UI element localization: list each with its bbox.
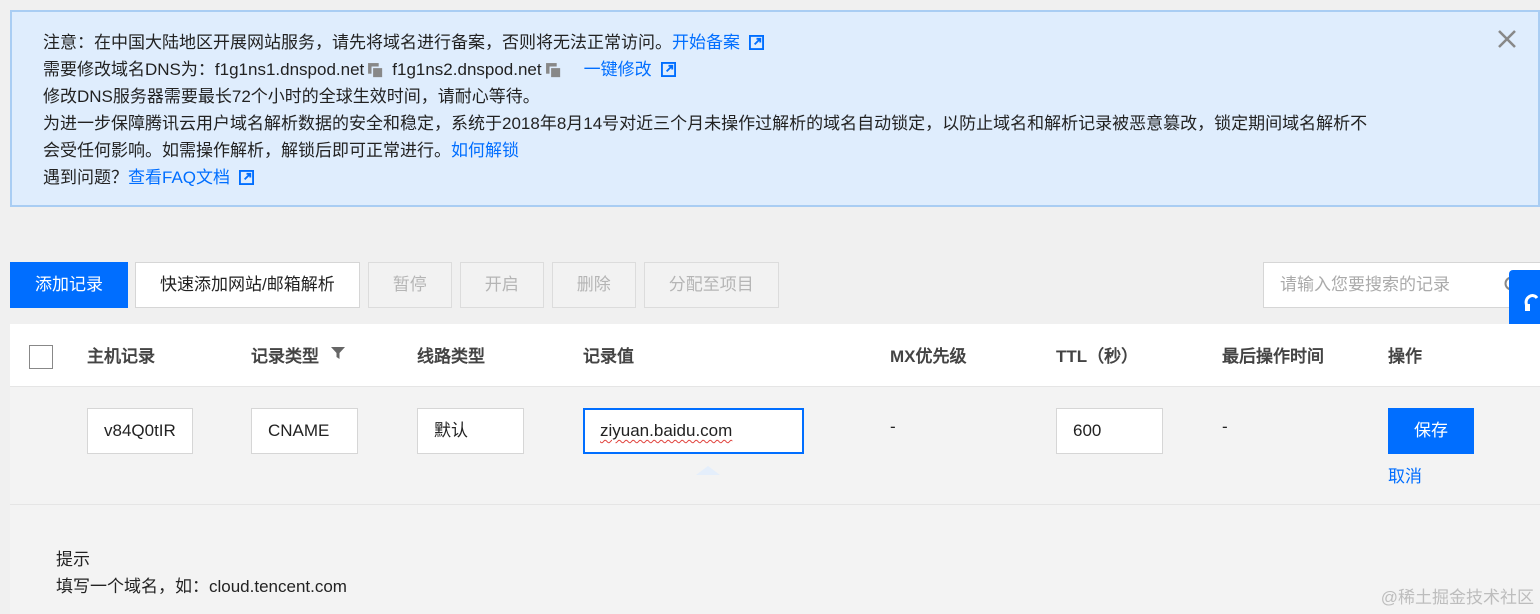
notice-banner: 注意：在中国大陆地区开展网站服务，请先将域名进行备案，否则将无法正常访问。开始备… <box>10 10 1540 207</box>
col-host: 主机记录 <box>87 347 155 366</box>
external-link-icon[interactable] <box>660 62 676 77</box>
assign-project-button[interactable]: 分配至项目 <box>643 262 779 308</box>
notice-line-faq: 遇到问题？查看FAQ文档 <box>43 164 1507 191</box>
table-header: 主机记录 记录类型 线路类型 记录值 MX优先级 TTL（秒） 最后操作时间 操… <box>10 324 1540 387</box>
start-icp-link[interactable]: 开始备案 <box>672 33 740 52</box>
line-type-select[interactable]: 默认 <box>417 408 524 454</box>
host-input[interactable]: v84Q0tIR <box>87 408 193 454</box>
dns-prefix: 需要修改域名DNS为： <box>43 60 215 79</box>
hint-title: 提示 <box>56 550 90 569</box>
hint-text: 填写一个域名，如：cloud.tencent.com <box>56 577 347 596</box>
record-value-text: ziyuan.baidu.com <box>600 421 733 440</box>
hint-panel: 提示 填写一个域名，如：cloud.tencent.com <box>10 504 1540 614</box>
notice-line-lock: 为进一步保障腾讯云用户域名解析数据的安全和稳定，系统于2018年8月14号对近三… <box>43 114 1368 133</box>
col-record-type[interactable]: 记录类型 <box>251 346 345 368</box>
record-value-input[interactable]: ziyuan.baidu.com <box>583 408 804 454</box>
records-table: 主机记录 记录类型 线路类型 记录值 MX优先级 TTL（秒） 最后操作时间 操… <box>10 324 1540 614</box>
external-link-icon[interactable] <box>749 35 764 50</box>
copy-icon[interactable] <box>545 62 562 79</box>
notice-line-propagation: 修改DNS服务器需要最长72个小时的全球生效时间，请耐心等待。 <box>43 87 540 106</box>
col-mx-priority: MX优先级 <box>890 347 967 366</box>
one-click-modify-link[interactable]: 一键修改 <box>584 60 652 79</box>
search-input[interactable]: 请输入您要搜索的记录 <box>1263 262 1540 308</box>
notice-line-icp: 注意：在中国大陆地区开展网站服务，请先将域名进行备案，否则将无法正常访问。开始备… <box>43 29 1507 56</box>
faq-prefix: 遇到问题？ <box>43 168 128 187</box>
add-record-button[interactable]: 添加记录 <box>10 262 128 308</box>
filter-icon[interactable] <box>331 346 345 360</box>
mx-priority-value: - <box>890 417 896 436</box>
external-link-icon[interactable] <box>239 170 255 185</box>
faq-link[interactable]: 查看FAQ文档 <box>128 168 230 187</box>
watermark: @稀土掘金技术社区 <box>1380 588 1534 607</box>
hint-pointer <box>696 466 720 475</box>
quick-add-button[interactable]: 快速添加网站/邮箱解析 <box>135 262 360 308</box>
col-record-type-label: 记录类型 <box>251 347 319 366</box>
close-icon[interactable] <box>1496 28 1518 50</box>
pause-button[interactable]: 暂停 <box>367 262 452 308</box>
record-type-select[interactable]: CNAME <box>251 408 358 454</box>
notice-line-dns: 需要修改域名DNS为：f1g1ns1.dnspod.net f1g1ns2.dns… <box>43 56 1507 83</box>
table-row-editing: v84Q0tIR CNAME 默认 ziyuan.baidu.com - 600… <box>10 387 1540 504</box>
cancel-link[interactable]: 取消 <box>1388 462 1422 487</box>
col-line-type: 线路类型 <box>417 347 485 366</box>
search-placeholder: 请输入您要搜索的记录 <box>1280 275 1450 294</box>
notice-line-unlock: 会受任何影响。如需操作解析，解锁后即可正常进行。如何解锁 <box>43 137 1507 164</box>
col-ttl: TTL（秒） <box>1056 347 1139 366</box>
notice-icp-text: 注意：在中国大陆地区开展网站服务，请先将域名进行备案，否则将无法正常访问。 <box>43 33 672 52</box>
toolbar: 添加记录 快速添加网站/邮箱解析 暂停 开启 删除 分配至项目 <box>10 262 787 308</box>
col-actions: 操作 <box>1388 347 1422 366</box>
ns1-value: f1g1ns1.dnspod.net <box>214 60 365 79</box>
unlock-text: 会受任何影响。如需操作解析，解锁后即可正常进行。 <box>43 141 451 160</box>
select-all-checkbox[interactable] <box>29 345 53 369</box>
col-record-value: 记录值 <box>583 347 634 366</box>
ttl-input[interactable]: 600 <box>1056 408 1163 454</box>
how-to-unlock-link[interactable]: 如何解锁 <box>451 141 519 160</box>
delete-button[interactable]: 删除 <box>551 262 636 308</box>
copy-icon[interactable] <box>367 62 384 79</box>
col-last-modified: 最后操作时间 <box>1222 347 1324 366</box>
enable-button[interactable]: 开启 <box>459 262 544 308</box>
last-modified-value: - <box>1222 417 1228 436</box>
ns2-value: f1g1ns2.dnspod.net <box>392 60 542 79</box>
save-button[interactable]: 保存 <box>1388 408 1474 454</box>
